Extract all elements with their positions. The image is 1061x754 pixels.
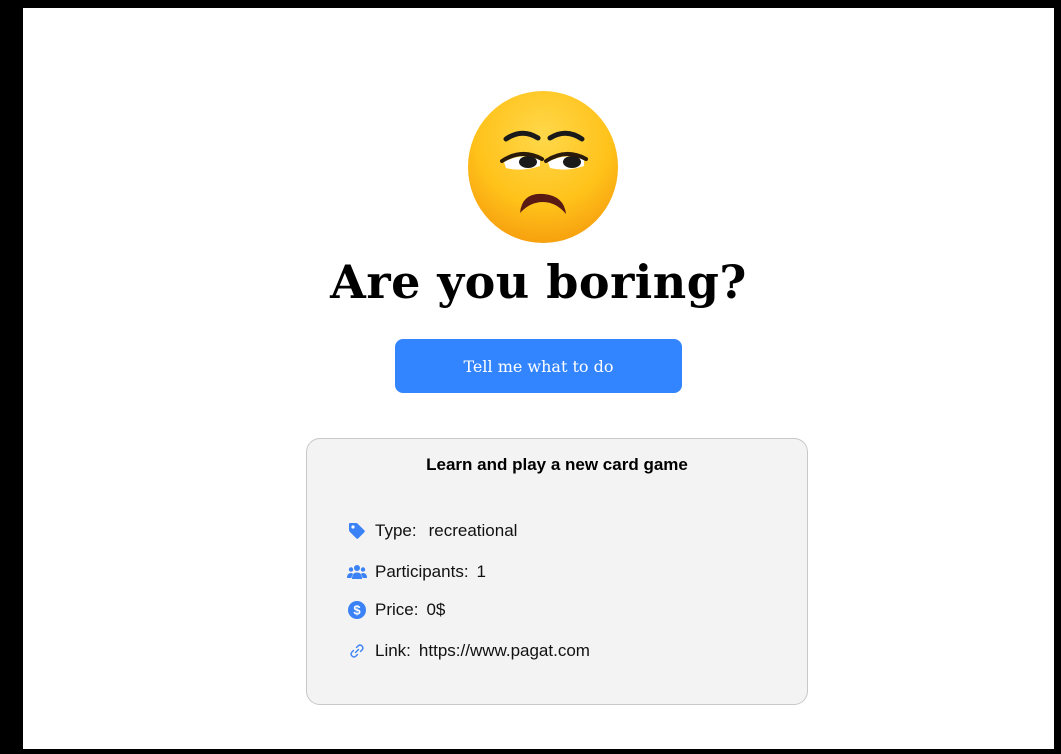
tag-icon xyxy=(347,521,367,541)
window-frame: Are you boring? Tell me what to do Learn… xyxy=(0,0,1061,754)
unamused-face-icon xyxy=(468,91,618,243)
type-value: recreational xyxy=(428,521,518,540)
activity-price-row: $ Price: 0$ xyxy=(347,598,445,622)
price-label: Price: xyxy=(375,600,419,619)
activity-card: Learn and play a new card game Type: rec… xyxy=(306,438,808,705)
page-title: Are you boring? xyxy=(330,255,747,309)
users-icon xyxy=(347,562,367,582)
activity-link-row: Link: https://www.pagat.com xyxy=(347,639,590,663)
svg-text:$: $ xyxy=(353,603,361,618)
activity-title: Learn and play a new card game xyxy=(426,455,688,474)
activity-participants-row: Participants: 1 xyxy=(347,560,486,584)
type-label: Type: xyxy=(375,521,417,540)
dollar-circle-icon: $ xyxy=(347,600,367,620)
price-value: 0$ xyxy=(426,600,446,619)
link-label: Link: xyxy=(375,641,411,660)
page: Are you boring? Tell me what to do Learn… xyxy=(23,8,1054,749)
activity-type-row: Type: recreational xyxy=(347,519,517,543)
participants-value: 1 xyxy=(476,562,487,581)
participants-label: Participants: xyxy=(375,562,469,581)
tell-me-what-to-do-button[interactable]: Tell me what to do xyxy=(395,339,682,393)
activity-link[interactable]: https://www.pagat.com xyxy=(419,641,590,661)
link-icon xyxy=(347,641,367,661)
